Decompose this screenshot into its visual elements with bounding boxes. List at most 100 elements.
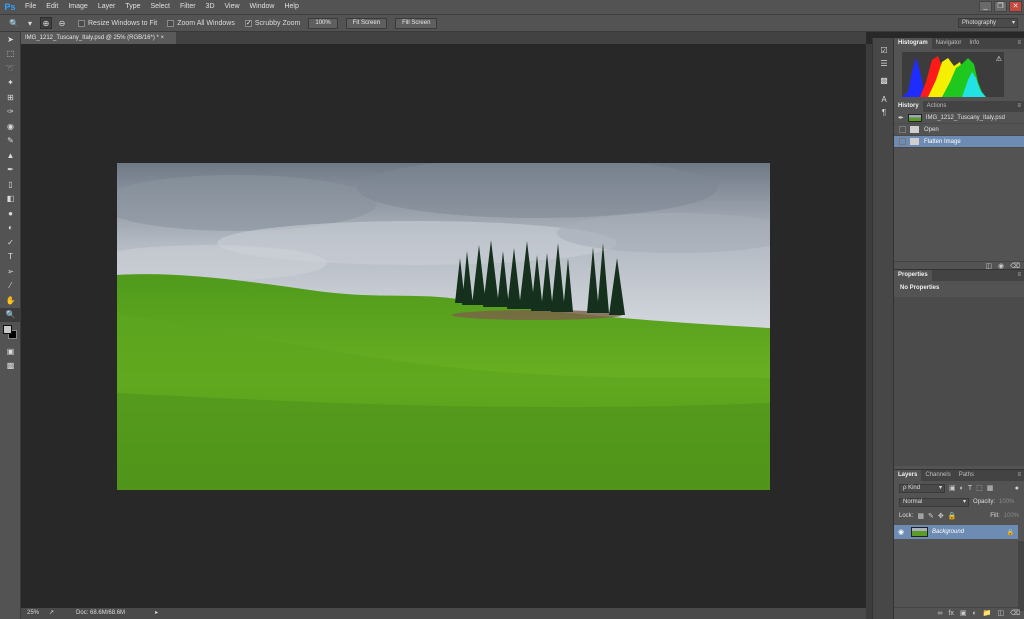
tab-info[interactable]: Info — [965, 38, 983, 49]
resize-windows-checkbox[interactable]: Resize Windows to Fit — [78, 19, 157, 27]
paragraph-icon[interactable]: ¶ — [873, 106, 895, 119]
document-tab[interactable]: IMG_1212_Tuscany_Italy.psd @ 25% (RGB/16… — [21, 32, 176, 44]
zoom-all-windows-checkbox[interactable]: Zoom All Windows — [167, 19, 235, 27]
crop-tool-icon[interactable]: ⊞ — [0, 90, 21, 105]
tool-preset-dropdown-icon[interactable]: ▾ — [24, 17, 36, 29]
canvas-area[interactable] — [21, 44, 866, 608]
tab-paths[interactable]: Paths — [955, 470, 978, 481]
foreground-color-swatch[interactable] — [3, 325, 12, 334]
eyedropper-tool-icon[interactable]: ✑ — [0, 105, 21, 120]
smart-object-filter-icon[interactable]: ▦ — [987, 484, 994, 492]
pixel-filter-icon[interactable]: ▣ — [949, 484, 956, 492]
adjustments-icon[interactable]: ☰ — [873, 57, 895, 70]
trash-icon[interactable]: ⌫ — [1010, 608, 1020, 619]
zoom-tool-icon[interactable]: 🔍 — [0, 307, 21, 322]
marquee-tool-icon[interactable]: ⬚ — [0, 47, 21, 62]
healing-brush-tool-icon[interactable]: ◉ — [0, 119, 21, 134]
panel-menu-icon[interactable]: ≡ — [1017, 101, 1024, 112]
new-layer-icon[interactable]: ◫ — [997, 608, 1004, 619]
screen-mode-icon[interactable]: ▩ — [0, 359, 21, 374]
type-filter-icon[interactable]: T — [968, 485, 972, 492]
eraser-tool-icon[interactable]: ▯ — [0, 177, 21, 192]
scrubby-zoom-checkbox[interactable]: ✓ Scrubby Zoom — [244, 19, 300, 27]
history-brush-source-icon[interactable]: ✒ — [898, 114, 904, 122]
history-state-open[interactable]: Open — [894, 124, 1024, 136]
tab-actions[interactable]: Actions — [923, 101, 951, 112]
workspace-switcher[interactable]: Photography ▾ — [958, 18, 1018, 28]
fit-screen-button[interactable]: Fit Screen — [345, 17, 388, 29]
quick-mask-icon[interactable]: ▣ — [0, 344, 21, 359]
blur-tool-icon[interactable]: ● — [0, 206, 21, 221]
shape-filter-icon[interactable]: ⬚ — [976, 484, 983, 492]
minimize-button[interactable]: _ — [979, 1, 992, 12]
blend-mode-select[interactable]: Normal ▾ — [899, 497, 969, 507]
status-menu-arrow-icon[interactable]: ▸ — [155, 608, 158, 619]
menu-type[interactable]: Type — [120, 0, 145, 14]
tab-histogram[interactable]: Histogram — [894, 38, 932, 49]
lock-all-icon[interactable]: 🔒 — [948, 512, 957, 520]
history-source-box[interactable] — [899, 138, 906, 145]
fill-value[interactable]: 100% — [1004, 513, 1019, 519]
lock-pixels-icon[interactable]: ✎ — [928, 512, 934, 520]
layer-kind-filter[interactable]: ρ Kind ▾ — [899, 483, 945, 493]
layers-scrollbar[interactable] — [1018, 541, 1024, 611]
dodge-tool-icon[interactable]: ◐ — [0, 221, 21, 236]
pen-tool-icon[interactable]: ✓ — [0, 235, 21, 250]
lasso-tool-icon[interactable]: ➰ — [0, 61, 21, 76]
filter-toggle-icon[interactable]: ● — [1015, 485, 1019, 492]
history-source-box[interactable] — [899, 126, 906, 133]
export-icon[interactable]: ↗ — [49, 608, 54, 619]
menu-window[interactable]: Window — [245, 0, 280, 14]
brush-presets-icon[interactable]: ▩ — [873, 74, 895, 87]
quick-selection-tool-icon[interactable]: ✦ — [0, 76, 21, 91]
tab-history[interactable]: History — [894, 101, 923, 112]
zoom-out-icon[interactable]: ⊖ — [56, 17, 68, 29]
restore-button[interactable]: ❐ — [994, 1, 1007, 12]
panel-menu-icon[interactable]: ≡ — [1017, 470, 1024, 481]
hand-tool-icon[interactable]: ✋ — [0, 293, 21, 308]
history-brush-tool-icon[interactable]: ✒ — [0, 163, 21, 178]
gradient-tool-icon[interactable]: ◧ — [0, 192, 21, 207]
zoom-in-icon[interactable]: ⊕ — [40, 17, 52, 29]
link-layers-icon[interactable]: ∞ — [937, 608, 942, 619]
tool-presets-icon[interactable]: ☑ — [873, 44, 895, 57]
cache-warning-icon[interactable]: ⚠ — [996, 55, 1002, 63]
adjustment-filter-icon[interactable]: ◐ — [960, 485, 964, 492]
menu-image[interactable]: Image — [63, 0, 92, 14]
adjustment-layer-icon[interactable]: ◐ — [973, 608, 977, 619]
document-image[interactable] — [117, 163, 770, 490]
character-icon[interactable]: A — [873, 93, 895, 106]
menu-help[interactable]: Help — [279, 0, 303, 14]
new-group-icon[interactable]: 📁 — [983, 608, 992, 619]
menu-view[interactable]: View — [220, 0, 245, 14]
tab-properties[interactable]: Properties — [894, 270, 932, 281]
path-selection-tool-icon[interactable]: ➢ — [0, 264, 21, 279]
tab-layers[interactable]: Layers — [894, 470, 922, 481]
menu-filter[interactable]: Filter — [175, 0, 201, 14]
visibility-eye-icon[interactable]: ◉ — [894, 528, 908, 536]
zoom-tool-icon[interactable]: 🔍 — [8, 17, 20, 29]
menu-file[interactable]: File — [20, 0, 41, 14]
type-tool-icon[interactable]: T — [0, 250, 21, 265]
move-tool-icon[interactable]: ➤ — [0, 32, 21, 47]
clone-stamp-tool-icon[interactable]: ▲ — [0, 148, 21, 163]
menu-edit[interactable]: Edit — [41, 0, 63, 14]
zoom-level[interactable]: 25% — [21, 608, 41, 619]
layer-row-background[interactable]: ◉ Background 🔒 — [894, 525, 1018, 539]
add-mask-icon[interactable]: ▣ — [960, 608, 967, 619]
menu-select[interactable]: Select — [146, 0, 175, 14]
history-snapshot[interactable]: ✒ IMG_1212_Tuscany_Italy.psd — [894, 112, 1024, 124]
menu-layer[interactable]: Layer — [93, 0, 121, 14]
brush-tool-icon[interactable]: ✎ — [0, 134, 21, 149]
menu-3d[interactable]: 3D — [201, 0, 220, 14]
zoom-100-button[interactable]: 100% — [308, 17, 338, 29]
panel-menu-icon[interactable]: ≡ — [1017, 38, 1024, 49]
history-state-flatten[interactable]: Flatten Image — [894, 136, 1024, 148]
layer-style-icon[interactable]: fx — [948, 608, 953, 619]
fill-screen-button[interactable]: Fill Screen — [395, 17, 438, 29]
close-button[interactable]: ✕ — [1009, 1, 1022, 12]
layer-name[interactable]: Background — [932, 529, 964, 535]
lock-position-icon[interactable]: ✥ — [938, 512, 944, 520]
lock-transparent-icon[interactable]: ▦ — [917, 512, 924, 520]
tab-channels[interactable]: Channels — [921, 470, 954, 481]
